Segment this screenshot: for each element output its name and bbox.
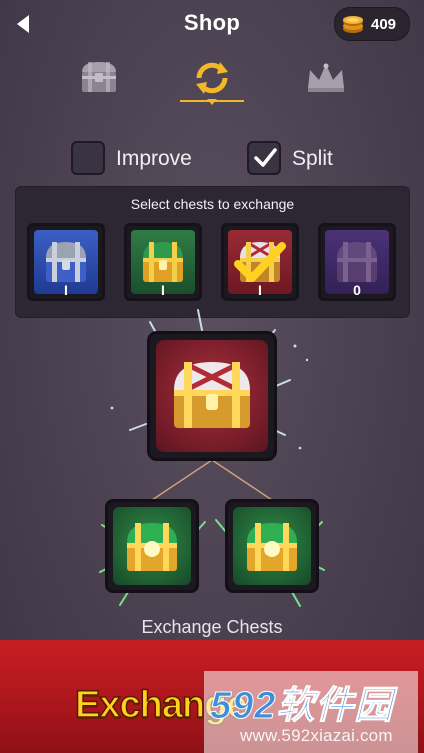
chest-icon bbox=[82, 62, 116, 92]
coin-count: 409 bbox=[371, 16, 397, 33]
tab-chests[interactable] bbox=[74, 58, 124, 98]
tab-premium[interactable] bbox=[301, 58, 351, 98]
split-checkbox[interactable] bbox=[247, 141, 281, 175]
split-chest-right bbox=[225, 499, 319, 593]
panel-title: Select chests to exchange bbox=[130, 196, 295, 212]
coin-stack-icon bbox=[343, 16, 363, 33]
chest-count-red: I bbox=[258, 282, 262, 298]
split-label: Split bbox=[292, 147, 333, 170]
watermark-url: www.592xiazai.com bbox=[240, 726, 393, 745]
chest-selection-panel: Select chests to exchange I I I 0 bbox=[15, 186, 410, 318]
green-chest-icon bbox=[247, 523, 297, 571]
selected-check-icon bbox=[234, 242, 286, 282]
green-chest-icon bbox=[127, 523, 177, 571]
chest-count-blue: I bbox=[64, 282, 68, 298]
tab-exchange[interactable] bbox=[187, 58, 237, 98]
coin-balance[interactable]: 409 bbox=[334, 7, 410, 41]
split-chest-left bbox=[105, 499, 199, 593]
crown-icon bbox=[308, 63, 344, 92]
chest-count-green: I bbox=[161, 282, 165, 298]
improve-checkbox[interactable] bbox=[71, 141, 105, 175]
checkmark-icon bbox=[254, 148, 277, 167]
chest-count-purple: 0 bbox=[353, 282, 361, 298]
result-chest-preview bbox=[147, 331, 277, 461]
exchange-icon bbox=[196, 62, 228, 94]
watermark-logo: 592软件园 bbox=[210, 685, 394, 728]
legendary-chest-icon bbox=[174, 362, 250, 428]
exchange-chests-label: Exchange Chests bbox=[141, 617, 283, 637]
active-tab-indicator bbox=[180, 99, 244, 105]
improve-label: Improve bbox=[116, 147, 192, 170]
